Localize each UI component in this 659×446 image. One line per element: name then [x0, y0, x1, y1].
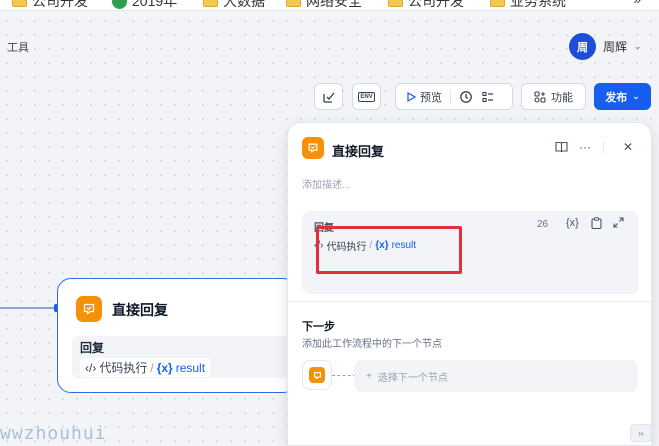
node-title: 直接回复 — [112, 302, 168, 318]
highlight-annotation — [316, 226, 462, 274]
play-icon — [407, 91, 416, 102]
history-icon[interactable] — [459, 90, 473, 104]
description-input[interactable]: 添加描述... — [302, 176, 350, 191]
header-divider — [603, 141, 604, 153]
preview-button[interactable]: 预览 — [406, 89, 442, 105]
bookmark-item[interactable]: 公司开发 — [388, 0, 464, 10]
folder-icon — [203, 0, 218, 7]
folder-icon — [286, 0, 301, 7]
bookmark-item[interactable]: 业务系统 — [490, 0, 566, 10]
panel-title: 直接回复 — [332, 144, 385, 159]
next-step-connector — [332, 375, 356, 376]
bookmark-item[interactable]: 公司开发 — [12, 0, 88, 10]
tools-label: 工具 — [7, 42, 29, 54]
bookmark-item[interactable]: 2019年 — [112, 0, 177, 10]
variable-icon: {x} — [156, 360, 173, 375]
collapse-icon[interactable]: ›‹ — [630, 424, 652, 442]
node-settings-panel: 直接回复 ··· ✕ 添加描述... 回复 26 {x} ‹/› 代码执行 / … — [287, 122, 652, 446]
chevron-down-icon: ⌄ — [634, 41, 642, 51]
close-icon[interactable]: ✕ — [619, 138, 637, 156]
reply-node-icon — [302, 137, 324, 159]
more-icon[interactable]: ··· — [576, 138, 594, 156]
expand-icon[interactable] — [613, 217, 624, 231]
features-button[interactable]: 功能 — [521, 83, 586, 110]
folder-icon — [490, 0, 505, 7]
env-button[interactable]: ENV — [352, 83, 381, 110]
preview-group: 预览 — [395, 83, 513, 110]
node-reply-label: 回复 — [80, 341, 105, 355]
direct-reply-node[interactable]: 直接回复 回复 ‹/› 代码执行 / {x} result — [57, 278, 297, 393]
user-name: 周辉 — [603, 40, 628, 54]
checklist-icon — [322, 92, 334, 103]
folder-icon — [388, 0, 403, 7]
bookmarks-bar: 公司开发 2019年 大数据 网络安全 公司开发 业务系统 » — [0, 0, 659, 11]
plus-icon: + — [366, 370, 372, 382]
char-count: 26 — [537, 219, 549, 230]
publish-button[interactable]: 发布 ⌄ — [594, 83, 651, 110]
toolbar-divider — [450, 89, 451, 104]
node-reply-preview: 回复 ‹/› 代码执行 / {x} result — [72, 336, 296, 378]
reply-node-icon — [309, 367, 325, 383]
checklist-icon[interactable] — [481, 90, 495, 104]
bookmark-item[interactable]: 大数据 — [203, 0, 265, 10]
node-edge — [0, 307, 56, 309]
section-divider — [288, 301, 651, 302]
bookmarks-more-button[interactable]: » — [633, 0, 641, 7]
insert-variable-button[interactable]: {x} — [566, 217, 579, 229]
clipboard-icon[interactable] — [591, 217, 602, 232]
book-icon[interactable] — [552, 138, 570, 156]
next-step-description: 添加此工作流程中的下一个节点 — [302, 339, 442, 350]
chrome-c-icon — [112, 0, 127, 9]
code-icon: ‹/› — [85, 360, 97, 375]
chevron-down-icon: ⌄ — [632, 91, 640, 101]
current-node-thumbnail — [302, 360, 332, 390]
select-next-node-button[interactable]: + 选择下一个节点 — [354, 360, 638, 392]
avatar: 周 — [569, 33, 596, 60]
apps-icon — [534, 90, 546, 103]
next-step-title: 下一步 — [302, 321, 335, 333]
variable-reference-chip: ‹/› 代码执行 / {x} result — [80, 358, 211, 377]
reply-node-icon — [76, 296, 102, 322]
bookmark-item[interactable]: 网络安全 — [286, 0, 362, 10]
env-icon: ENV — [358, 91, 375, 102]
folder-icon — [12, 0, 27, 7]
checklist-button[interactable] — [314, 83, 343, 110]
user-menu[interactable]: 周 周辉 ⌄ — [569, 33, 642, 60]
watermark: wwzhouhui — [0, 423, 107, 444]
